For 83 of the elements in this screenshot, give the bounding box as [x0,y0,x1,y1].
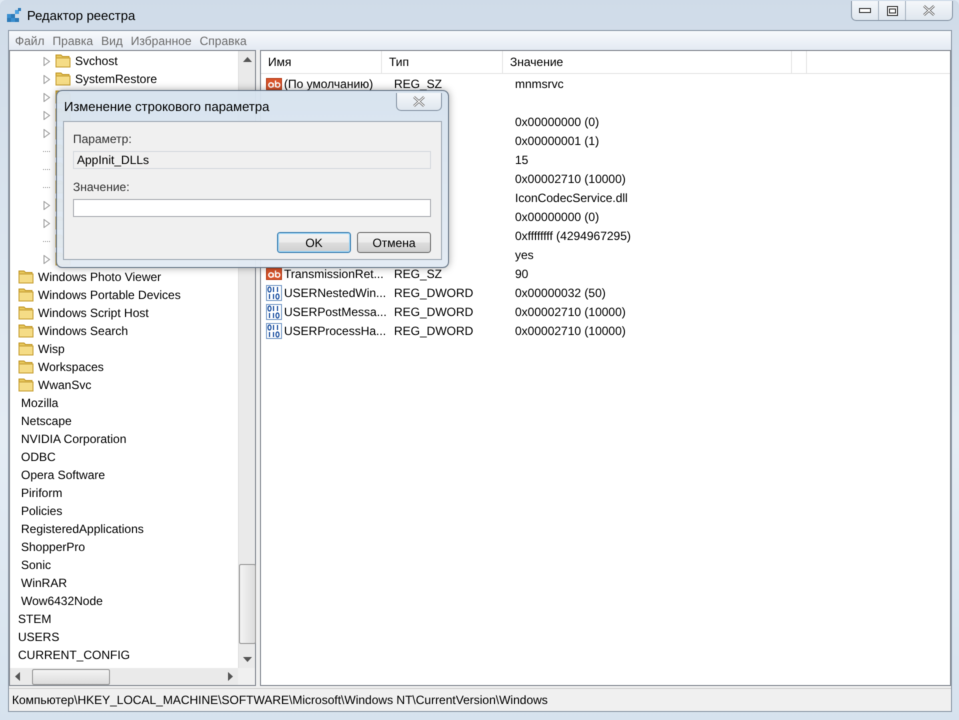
value-name[interactable]: (По умолчанию) [284,76,374,90]
cancel-button[interactable]: Отмена [357,232,431,253]
value-data: 90 [515,266,528,280]
value-name[interactable]: USERPostMessa... [284,304,387,318]
tree-item[interactable]: Mozilla [19,396,60,410]
status-bar: Компьютер\HKEY_LOCAL_MACHINE\SOFTWARE\Microsoft\Windows NT\CurrentVersion\Windows [9,688,951,711]
value-data: 0xffffffff (4294967295) [515,228,631,242]
value-data: yes [515,248,534,262]
scroll-thumb[interactable] [238,564,256,644]
value-data: 15 [515,152,528,166]
minimize-icon [859,8,871,13]
value-data: IconCodecService.dll [515,190,628,204]
scroll-up-icon[interactable] [242,56,252,62]
close-button[interactable] [396,93,442,111]
tree-item[interactable]: Windows Photo Viewer [36,270,164,284]
field-label: Значение: [73,180,131,194]
tree-item[interactable]: WinRAR [19,576,70,590]
value-name[interactable]: USERNestedWin... [284,286,386,300]
scroll-left-icon[interactable] [14,672,20,681]
menu-item[interactable]: Правка [48,34,98,48]
value-data: 0x00002710 (10000) [515,324,626,338]
tree-item[interactable]: WwanSvc [36,378,94,392]
tree-item[interactable]: CURRENT_CONFIG [16,648,132,662]
tree-item[interactable]: Piriform [19,486,64,500]
tree-item[interactable]: Sonic [19,558,54,572]
tree-item[interactable]: SystemRestore [73,72,160,86]
tree-item[interactable]: Opera Software [19,468,108,482]
tree-item[interactable]: Netscape [19,414,74,428]
value-type: REG_DWORD [394,304,474,318]
tree-item[interactable]: Windows Portable Devices [36,288,183,302]
tree-item[interactable]: ODBC [19,450,58,464]
value-name[interactable]: USERProcessHa... [284,324,386,338]
value-field[interactable] [73,199,431,217]
value-type: REG_SZ [394,266,442,280]
value-data: 0x00002710 (10000) [515,172,626,186]
tree-item[interactable]: Wow6432Node [19,594,105,608]
tree-item[interactable]: Windows Script Host [36,306,151,320]
tree-item[interactable]: Wisp [36,342,67,356]
tree-item[interactable]: USERS [16,630,62,644]
value-type: REG_SZ [394,76,442,90]
column-header[interactable]: Имя [261,51,382,73]
scroll-down-icon[interactable] [242,657,252,663]
dialog-title: Изменение строкового параметра [64,98,270,114]
menu-item[interactable]: Вид [97,34,127,48]
tree-item[interactable]: RegisteredApplications [19,522,146,536]
value-type: REG_DWORD [394,286,474,300]
parameter-field[interactable]: AppInit_DLLs [73,151,431,169]
scroll-thumb[interactable] [32,668,110,684]
registry-cubes-icon [6,7,22,23]
value-data: 0x00000001 (1) [515,134,600,148]
close-icon [413,96,425,107]
value-type: REG_DWORD [394,324,474,338]
ok-button[interactable]: OK [277,232,351,253]
value-data: 0x00000000 (0) [515,210,600,224]
scrollbar-corner [238,668,255,685]
value-data: mnmsrvc [515,76,564,90]
tree-item[interactable]: ShopperPro [19,540,88,554]
binary-value-icon [266,304,282,320]
tree-item[interactable]: Workspaces [36,360,106,374]
close-icon [923,5,935,16]
string-value-icon [266,266,282,282]
field-label: Параметр: [73,132,133,146]
menu-item[interactable]: Файл [11,34,49,48]
value-name[interactable]: TransmissionRet... [284,266,384,280]
tree-item[interactable]: Windows Search [36,324,130,338]
value-data: 0x00000032 (50) [515,286,606,300]
value-data: 0x00000000 (0) [515,114,600,128]
tree-item[interactable]: NVIDIA Corporation [19,432,128,446]
column-header[interactable]: Тип [382,51,503,73]
maximize-icon [886,6,898,16]
menu-item[interactable]: Справка [196,34,251,48]
window-title: Редактор реестра [27,8,136,22]
binary-value-icon [266,322,282,338]
tree-item[interactable]: Policies [19,504,64,518]
string-value-icon [266,76,282,92]
column-header[interactable]: Значение [503,51,792,73]
scroll-right-icon[interactable] [228,672,234,681]
tree-item[interactable]: Svchost [73,54,120,68]
menu-item[interactable]: Избранное [126,34,196,48]
value-data: 0x00002710 (10000) [515,304,626,318]
tree-item[interactable]: STEM [16,612,54,626]
horizontal-scrollbar[interactable] [10,668,238,685]
binary-value-icon [266,284,282,300]
